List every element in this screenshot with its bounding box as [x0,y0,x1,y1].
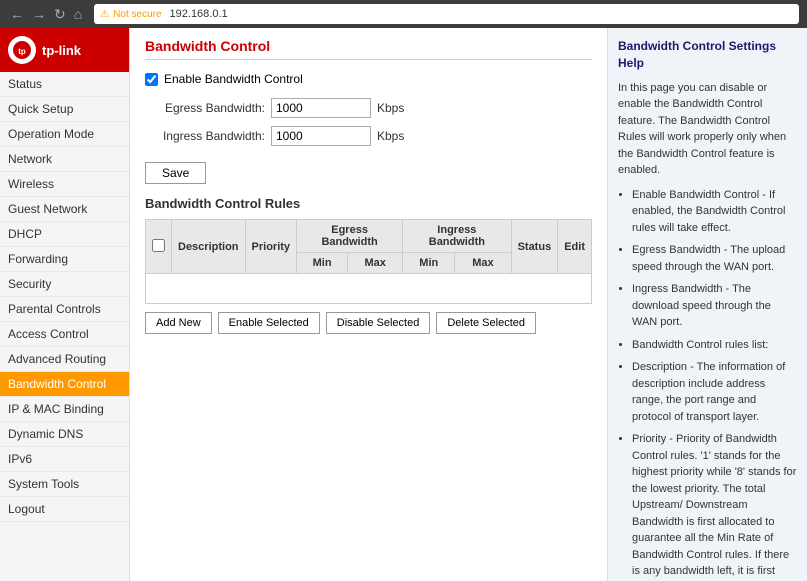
save-button[interactable]: Save [145,162,206,184]
help-intro: In this page you can disable or enable t… [618,80,797,179]
sidebar-item-accesscontrol[interactable]: Access Control [0,322,129,347]
help-list: Enable Bandwidth Control - If enabled, t… [618,187,797,581]
sidebar-item-logout[interactable]: Logout [0,497,129,522]
main-layout: tp tp-link Status Quick Setup Operation … [0,28,807,581]
egress-row: Egress Bandwidth: 1000 Kbps [145,98,592,118]
help-item-1: Egress Bandwidth - The upload speed thro… [632,242,797,275]
enable-bandwidth-label: Enable Bandwidth Control [164,72,303,86]
rules-table: Description Priority Egress Bandwidth In… [145,219,592,304]
security-warning-icon: ⚠ [100,9,109,20]
sidebar-item-parentalcontrols[interactable]: Parental Controls [0,297,129,322]
egress-input[interactable]: 1000 [271,98,371,118]
select-all-checkbox[interactable] [152,239,165,252]
disable-selected-button[interactable]: Disable Selected [326,312,431,334]
svg-text:tp: tp [18,47,26,56]
sidebar-item-network[interactable]: Network [0,147,129,172]
page-title: Bandwidth Control [145,38,592,60]
table-actions: Add New Enable Selected Disable Selected… [145,312,592,334]
ingress-row: Ingress Bandwidth: 1000 Kbps [145,126,592,146]
sidebar-item-security[interactable]: Security [0,272,129,297]
table-empty-row [146,274,592,304]
table-subheader-ingress-max: Max [455,253,511,274]
sidebar-item-wireless[interactable]: Wireless [0,172,129,197]
browser-chrome: ← → ↻ ⌂ ⚠ Not secure 192.168.0.1 [0,0,807,28]
egress-label: Egress Bandwidth: [145,101,265,115]
logo-text: tp-link [42,43,81,58]
table-subheader-egress-min: Min [297,253,348,274]
table-header-checkbox [146,220,172,274]
sidebar-item-guestnetwork[interactable]: Guest Network [0,197,129,222]
table-subheader-ingress-min: Min [403,253,455,274]
help-item-0: Enable Bandwidth Control - If enabled, t… [632,187,797,237]
browser-navigation[interactable]: ← → ↻ ⌂ [8,6,84,23]
help-item-4: Description - The information of descrip… [632,359,797,425]
ingress-label: Ingress Bandwidth: [145,129,265,143]
ingress-unit: Kbps [377,129,404,143]
url-text: 192.168.0.1 [170,8,228,20]
main-content: Bandwidth Control Enable Bandwidth Contr… [130,28,607,581]
add-new-button[interactable]: Add New [145,312,212,334]
help-title: Bandwidth Control Settings Help [618,38,797,72]
rules-section-title: Bandwidth Control Rules [145,196,592,211]
content-area: Bandwidth Control Enable Bandwidth Contr… [130,28,807,581]
table-header-edit: Edit [558,220,592,274]
sidebar-item-operationmode[interactable]: Operation Mode [0,122,129,147]
enable-bandwidth-checkbox[interactable] [145,73,158,86]
table-header-description: Description [172,220,246,274]
sidebar-item-systemtools[interactable]: System Tools [0,472,129,497]
table-header-status: Status [511,220,558,274]
egress-unit: Kbps [377,101,404,115]
table-header-priority: Priority [245,220,297,274]
ingress-input[interactable]: 1000 [271,126,371,146]
logo-area: tp tp-link [0,28,129,72]
help-item-5: Priority - Priority of Bandwidth Control… [632,431,797,581]
table-header-ingress: Ingress Bandwidth [403,220,511,253]
forward-button[interactable]: → [30,6,48,23]
help-item-3: Bandwidth Control rules list: [632,337,797,354]
help-panel: Bandwidth Control Settings Help In this … [607,28,807,581]
address-bar[interactable]: ⚠ Not secure 192.168.0.1 [94,4,799,24]
sidebar-item-ipv6[interactable]: IPv6 [0,447,129,472]
table-header-egress: Egress Bandwidth [297,220,403,253]
sidebar-item-dhcp[interactable]: DHCP [0,222,129,247]
enable-row: Enable Bandwidth Control [145,72,592,86]
sidebar-item-quicksetup[interactable]: Quick Setup [0,97,129,122]
sidebar-item-forwarding[interactable]: Forwarding [0,247,129,272]
home-button[interactable]: ⌂ [72,6,84,23]
help-item-2: Ingress Bandwidth - The download speed t… [632,281,797,331]
sidebar-item-status[interactable]: Status [0,72,129,97]
refresh-button[interactable]: ↻ [52,6,68,23]
delete-selected-button[interactable]: Delete Selected [436,312,536,334]
table-subheader-egress-max: Max [348,253,403,274]
security-label: Not secure [113,9,161,20]
sidebar-item-dynamicdns[interactable]: Dynamic DNS [0,422,129,447]
enable-selected-button[interactable]: Enable Selected [218,312,320,334]
back-button[interactable]: ← [8,6,26,23]
sidebar: tp tp-link Status Quick Setup Operation … [0,28,130,581]
sidebar-item-bandwidthcontrol[interactable]: Bandwidth Control [0,372,129,397]
sidebar-item-ipmacbinding[interactable]: IP & MAC Binding [0,397,129,422]
logo-icon: tp [8,36,36,64]
sidebar-item-advancedrouting[interactable]: Advanced Routing [0,347,129,372]
